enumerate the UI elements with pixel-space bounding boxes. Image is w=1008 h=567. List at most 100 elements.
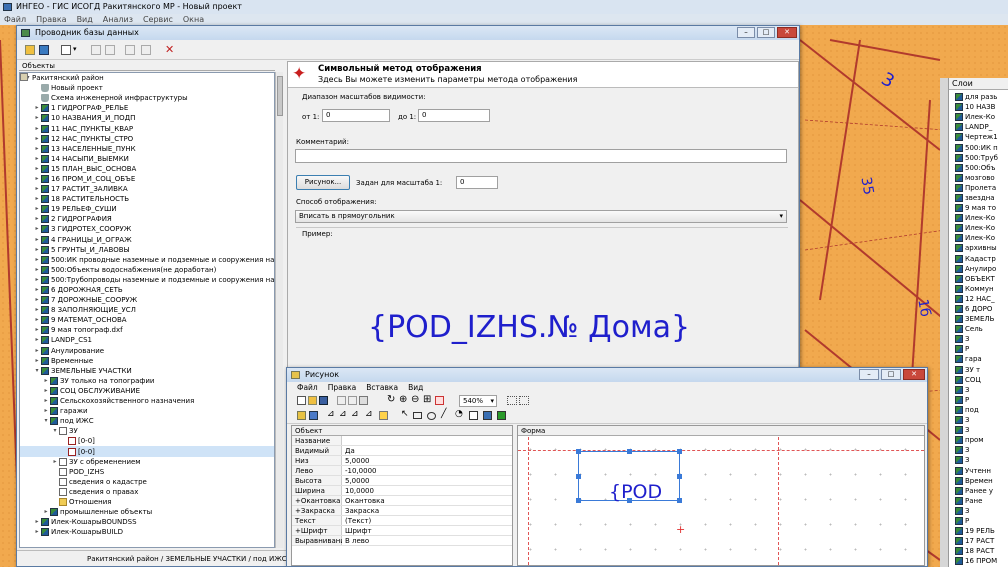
expander-icon[interactable]: ▾: [33, 366, 41, 376]
layer-item[interactable]: 19 РЕЛЬ: [955, 526, 1008, 536]
expander-icon[interactable]: ▸: [33, 164, 41, 174]
tree-item[interactable]: ▸ гаражи: [20, 406, 274, 416]
shape-tool-icon[interactable]: [297, 411, 306, 420]
expander-icon[interactable]: ▾: [51, 426, 59, 436]
layer-item[interactable]: Анулиро: [955, 264, 1008, 274]
property-row[interactable]: Видимый Да: [292, 446, 512, 456]
print-icon[interactable]: [359, 396, 368, 405]
property-value[interactable]: [342, 436, 512, 445]
zoom-window-icon[interactable]: [435, 396, 444, 405]
property-row[interactable]: Текст (Текст): [292, 516, 512, 526]
expander-icon[interactable]: ▸: [33, 285, 41, 295]
expander-icon[interactable]: ▾: [42, 416, 50, 426]
layer-item[interactable]: З: [955, 445, 1008, 455]
property-row[interactable]: Лево -10,0000: [292, 466, 512, 476]
scale-input[interactable]: 0: [456, 176, 498, 189]
layer-item[interactable]: 16 ПРОМ: [955, 556, 1008, 565]
property-value[interactable]: В лево: [342, 536, 512, 545]
resize-handle[interactable]: [677, 474, 682, 479]
property-row[interactable]: Высота 5,0000: [292, 476, 512, 486]
scale-to-input[interactable]: 0: [418, 109, 490, 122]
tree-item[interactable]: ▸ 10 НАЗВАНИЯ_И_ПОДП: [20, 113, 274, 123]
tree-scrollbar[interactable]: [275, 72, 283, 548]
property-row[interactable]: +Окантовка Окантовка: [292, 496, 512, 506]
tree-item[interactable]: ▸ Временные: [20, 356, 274, 366]
menu-windows[interactable]: Окна: [183, 14, 204, 25]
layer-item[interactable]: З: [955, 415, 1008, 425]
tree-item[interactable]: ▸ 3 ГИДРОТЕХ_СООРУЖ: [20, 224, 274, 234]
copy-icon[interactable]: [91, 45, 101, 55]
comment-input[interactable]: [295, 149, 787, 163]
align-icon[interactable]: [379, 411, 388, 420]
expander-icon[interactable]: ▸: [33, 275, 41, 285]
new-icon[interactable]: [297, 396, 306, 405]
tree-item[interactable]: ▸ 19 РЕЛЬЕФ_СУШИ: [20, 204, 274, 214]
tree-item[interactable]: ▸ 2 ГИДРОГРАФИЯ: [20, 214, 274, 224]
expander-icon[interactable]: ▸: [33, 315, 41, 325]
layer-item[interactable]: гара: [955, 354, 1008, 364]
tree-item[interactable]: Схема инженерной инфраструктуры: [20, 93, 274, 103]
paste-icon[interactable]: [105, 45, 115, 55]
tree-item[interactable]: Новый проект: [20, 83, 274, 93]
menu-view[interactable]: Вид: [408, 382, 423, 394]
expander-icon[interactable]: ▸: [42, 507, 50, 517]
property-value[interactable]: Шрифт: [342, 526, 512, 535]
move-icon[interactable]: [125, 45, 135, 55]
layer-item[interactable]: ЗУ т: [955, 365, 1008, 375]
layer-item[interactable]: З: [955, 506, 1008, 516]
layer-item[interactable]: 17 РАСТ: [955, 536, 1008, 546]
expander-icon[interactable]: ▸: [33, 204, 41, 214]
align-icon[interactable]: ⊿: [339, 409, 347, 419]
layers-icon[interactable]: [39, 45, 49, 55]
tree-item[interactable]: ▸ ЗУ только на топографии: [20, 376, 274, 386]
tree-item[interactable]: ▸ промышленные объекты: [20, 507, 274, 517]
resize-handle[interactable]: [576, 474, 581, 479]
expander-icon[interactable]: ▸: [33, 245, 41, 255]
zoom-out-icon[interactable]: ⊖: [411, 394, 419, 405]
align-icon[interactable]: ⊿: [327, 409, 335, 419]
tree-item[interactable]: ▾ ЗУ: [20, 426, 274, 436]
expander-icon[interactable]: ▸: [42, 406, 50, 416]
expander-icon[interactable]: ▸: [33, 346, 41, 356]
menu-insert[interactable]: Вставка: [366, 382, 398, 394]
snap-icon[interactable]: [519, 396, 529, 405]
tree-item[interactable]: POD_IZHS: [20, 467, 274, 477]
expander-icon[interactable]: ▸: [33, 113, 41, 123]
layer-item[interactable]: Сель: [955, 324, 1008, 334]
expander-icon[interactable]: ▸: [33, 517, 41, 527]
layer-item[interactable]: З: [955, 385, 1008, 395]
layer-item[interactable]: З: [955, 334, 1008, 344]
tree-item[interactable]: ▸ Анулирование: [20, 346, 274, 356]
tree-item[interactable]: ▸ Илек-КошарыBOUNDSS: [20, 517, 274, 527]
tree-item[interactable]: ▾Ракитянский район: [20, 73, 274, 83]
rotate-icon[interactable]: ↻: [387, 394, 395, 405]
delete-icon[interactable]: ✕: [165, 43, 174, 56]
expander-icon[interactable]: ▸: [42, 376, 50, 386]
menu-edit[interactable]: Правка: [328, 382, 357, 394]
layer-item[interactable]: Пролета: [955, 183, 1008, 193]
picture-button[interactable]: Рисунок...: [296, 175, 350, 190]
layer-item[interactable]: ЗЕМЕЛЬ: [955, 314, 1008, 324]
property-row[interactable]: +Закраска Закраска: [292, 506, 512, 516]
objects-tree[interactable]: ▾Ракитянский районНовый проектСхема инже…: [19, 72, 275, 548]
tree-scroll-thumb[interactable]: [277, 76, 283, 116]
layer-item[interactable]: 9 мая то: [955, 203, 1008, 213]
resize-handle[interactable]: [576, 449, 581, 454]
tree-item[interactable]: ▸ Илек-КошарыBUILD: [20, 527, 274, 537]
expander-icon[interactable]: ▸: [33, 305, 41, 315]
close-button[interactable]: ✕: [777, 27, 797, 38]
picture-title-bar[interactable]: Рисунок – □ ✕: [287, 368, 927, 382]
layer-item[interactable]: звездна: [955, 193, 1008, 203]
expander-icon[interactable]: ▸: [33, 144, 41, 154]
resize-handle[interactable]: [627, 449, 632, 454]
grid-icon[interactable]: [507, 396, 517, 405]
layer-item[interactable]: Чертеж1: [955, 132, 1008, 142]
layer-item[interactable]: Ране: [955, 496, 1008, 506]
tree-item[interactable]: ▸ 500:ИК проводные наземные и подземные и…: [20, 255, 274, 265]
resize-handle[interactable]: [677, 498, 682, 503]
align-icon[interactable]: ⊿: [351, 409, 359, 419]
image-icon[interactable]: [483, 411, 492, 420]
selected-text-box[interactable]: {POD: [576, 449, 682, 503]
expander-icon[interactable]: ▸: [33, 224, 41, 234]
tree-item[interactable]: ▸ 9 мая топограф.dxf: [20, 325, 274, 335]
